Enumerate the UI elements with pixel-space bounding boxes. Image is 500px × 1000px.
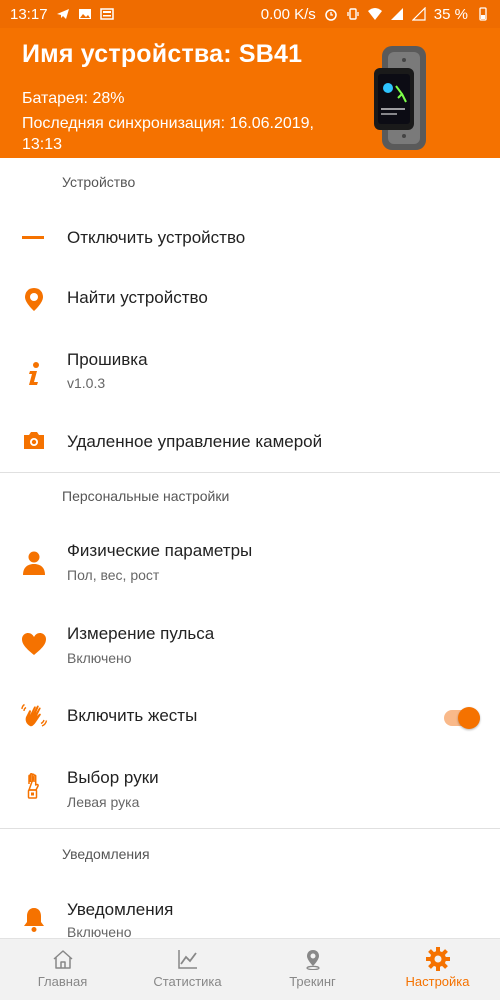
find-device-label: Найти устройство [67,288,208,307]
hand-select-item[interactable]: Выбор руки Левая рука [0,754,500,824]
person-icon [23,551,45,575]
pulse-measure-label: Измерение пульса [67,624,215,643]
firmware-item[interactable]: Прошивка v1.0.3 [0,338,500,410]
notifications-label: Уведомления [67,900,174,919]
news-icon [99,8,114,20]
bell-icon [24,908,44,932]
telegram-icon [56,9,69,19]
status-time: 13:17 [10,5,48,23]
device-name: Имя устройства: SB41 [22,40,303,68]
pulse-measure-item[interactable]: Измерение пульса Включено [0,614,500,684]
section-divider [0,472,500,473]
heart-icon [22,633,46,655]
hand-select-value: Левая рука [67,794,140,810]
chart-icon [177,950,197,969]
disconnect-device-item[interactable]: Отключить устройство [0,208,500,268]
wifi-icon [367,8,382,20]
remote-camera-item[interactable]: Удаленное управление камерой [0,413,500,473]
physical-params-item[interactable]: Физические параметры Пол, вес, рост [0,532,500,602]
notifications-item[interactable]: Уведомления Включено [0,890,500,938]
map-pin-icon [305,950,320,970]
physical-params-sub: Пол, вес, рост [67,567,160,583]
section-title-personal: Персональные настройки [62,488,230,504]
nav-settings[interactable]: Настройка [375,939,500,1000]
remote-camera-label: Удаленное управление камерой [67,432,323,451]
last-sync: Последняя синхронизация: 16.06.2019, 13:… [22,115,314,153]
signal-icon [390,8,403,20]
device-header: Имя устройства: SB41 Батарея: 28% Послед… [0,28,500,158]
vibrate-icon [347,8,359,20]
net-speed: 0.00 K/s [260,5,316,23]
wave-hand-icon [21,703,48,727]
nav-home[interactable]: Главная [0,939,125,1000]
status-bar: 13:17 0.00 K/s 35 % [0,0,500,28]
minus-icon [22,236,44,239]
home-icon [53,950,72,969]
watch-hand-icon [27,773,39,799]
section-title-device: Устройство [62,174,136,190]
fitness-band-image [374,46,426,150]
alarm-icon [325,9,337,21]
settings-list[interactable]: Устройство Отключить устройство Найти ус… [0,158,500,938]
battery-percent: 35 % [433,5,468,23]
info-icon [29,362,39,385]
section-title-notifications: Уведомления [62,846,150,862]
camera-icon [24,432,44,449]
firmware-label: Прошивка [67,350,148,369]
location-pin-icon [25,288,43,311]
nav-tracking-label: Трекинг [289,974,336,989]
battery-icon [479,7,487,21]
notifications-status: Включено [67,924,132,938]
gear-icon [425,947,450,971]
hand-select-label: Выбор руки [67,768,159,787]
toggle-thumb [458,707,480,729]
firmware-version: v1.0.3 [67,375,106,391]
gestures-item[interactable]: Включить жесты [0,688,500,748]
nav-settings-label: Настройка [405,974,470,989]
image-icon [78,9,91,19]
nav-stats-label: Статистика [153,974,222,989]
gestures-toggle[interactable] [444,707,480,729]
find-device-item[interactable]: Найти устройство [0,270,500,330]
nav-home-label: Главная [37,974,88,989]
bottom-navigation: Главная Статистика Трекинг Настройка [0,938,500,1000]
pulse-measure-status: Включено [67,650,132,666]
section-divider-2 [0,828,500,829]
signal-icon-2 [411,7,426,21]
battery-level: Батарея: 28% [22,90,125,107]
disconnect-device-label: Отключить устройство [67,228,246,247]
nav-stats[interactable]: Статистика [125,939,250,1000]
nav-tracking[interactable]: Трекинг [250,939,375,1000]
gestures-label: Включить жесты [67,706,198,725]
physical-params-label: Физические параметры [67,541,253,560]
